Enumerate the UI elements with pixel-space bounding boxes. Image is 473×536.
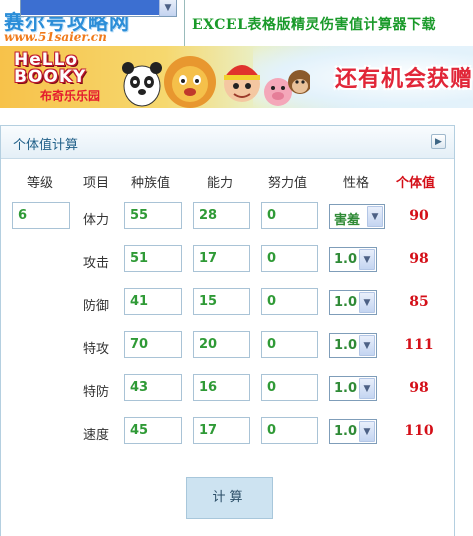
base-stat-input-attack[interactable]: 51: [124, 245, 182, 272]
nature-select-hp[interactable]: 害羞 ▼: [329, 204, 385, 229]
column-header-nature: 性格: [343, 176, 370, 191]
level-input[interactable]: 6: [12, 202, 70, 229]
column-header-iv: 个体值: [396, 176, 436, 191]
ability-input-sp-attack[interactable]: 20: [193, 331, 250, 358]
nature-select-sp-defense[interactable]: 1.0 ▼: [329, 376, 377, 401]
stat-label-sp-defense: 特防: [83, 385, 110, 400]
nature-select-sp-attack[interactable]: 1.0 ▼: [329, 333, 377, 358]
iv-result-sp-attack: 111: [404, 337, 434, 353]
ability-input-attack[interactable]: 17: [193, 245, 250, 272]
hello-booky-logo-cn: 布奇乐乐园: [40, 89, 101, 103]
chevron-right-icon[interactable]: ▶: [431, 134, 446, 149]
calculate-button[interactable]: 计算: [186, 477, 273, 519]
iv-result-attack: 98: [409, 251, 429, 267]
ability-input-hp[interactable]: 28: [193, 202, 250, 229]
panel-title: 个体值计算: [13, 138, 79, 153]
banner-promo-text: 还有机会获赠: [334, 67, 473, 92]
nature-select-speed[interactable]: 1.0 ▼: [329, 419, 377, 444]
nature-select-attack[interactable]: 1.0 ▼: [329, 247, 377, 272]
nature-select-value: 1.0: [334, 424, 358, 439]
chevron-down-icon[interactable]: ▼: [359, 292, 375, 313]
effort-input-defense[interactable]: 0: [261, 288, 318, 315]
iv-result-speed: 110: [404, 423, 434, 439]
effort-input-sp-defense[interactable]: 0: [261, 374, 318, 401]
column-header-base-stat: 种族值: [131, 176, 171, 191]
iv-result-defense: 85: [409, 294, 429, 310]
column-header-effort: 努力值: [268, 176, 308, 191]
stat-label-attack: 攻击: [83, 256, 110, 271]
chevron-down-icon[interactable]: ▼: [159, 0, 176, 16]
nature-select-defense[interactable]: 1.0 ▼: [329, 290, 377, 315]
nature-select-value: 1.0: [334, 338, 358, 353]
ability-input-speed[interactable]: 17: [193, 417, 250, 444]
ability-input-defense[interactable]: 15: [193, 288, 250, 315]
iv-result-sp-defense: 98: [409, 380, 429, 396]
hello-booky-logo-line2: BOOKY: [14, 67, 87, 87]
base-stat-input-defense[interactable]: 41: [124, 288, 182, 315]
ability-input-sp-defense[interactable]: 16: [193, 374, 250, 401]
effort-input-hp[interactable]: 0: [261, 202, 318, 229]
effort-input-speed[interactable]: 0: [261, 417, 318, 444]
nature-select-value: 害羞: [334, 213, 361, 228]
column-header-level: 等级: [27, 176, 54, 191]
nature-select-value: 1.0: [334, 381, 358, 396]
stat-label-hp: 体力: [83, 213, 110, 228]
site-nav-select[interactable]: ▼: [20, 0, 177, 17]
column-header-ability: 能力: [207, 176, 234, 191]
chevron-down-icon[interactable]: ▼: [359, 335, 375, 356]
chevron-down-icon[interactable]: ▼: [367, 206, 383, 227]
ad-banner[interactable]: HeLLo BOOKY 布奇乐乐园 还有机会获赠: [0, 46, 473, 108]
header-divider: [184, 0, 185, 46]
stat-label-sp-attack: 特攻: [83, 342, 110, 357]
stat-label-speed: 速度: [83, 428, 110, 443]
excel-download-link[interactable]: EXCEL表格版精灵伤害值计算器下载: [192, 14, 436, 34]
base-stat-input-sp-attack[interactable]: 70: [124, 331, 182, 358]
iv-result-hp: 90: [409, 208, 429, 224]
stat-label-defense: 防御: [83, 299, 110, 314]
chevron-down-icon[interactable]: ▼: [359, 421, 375, 442]
nature-select-value: 1.0: [334, 252, 358, 267]
column-header-item: 项目: [83, 176, 110, 191]
site-header: 赛尔号攻略网 www.51saier.cn ▼ EXCEL表格版精灵伤害值计算器…: [0, 0, 473, 46]
iv-calculator-panel: 个体值计算 ▶ 等级 项目 种族值 能力 努力值 性格 个体值 6 体力 55 …: [0, 125, 455, 536]
nature-select-value: 1.0: [334, 295, 358, 310]
panel-header: 个体值计算 ▶: [1, 126, 454, 159]
base-stat-input-sp-defense[interactable]: 43: [124, 374, 182, 401]
chevron-down-icon[interactable]: ▼: [359, 249, 375, 270]
hello-booky-logo: HeLLo BOOKY 布奇乐乐园: [10, 50, 104, 104]
effort-input-attack[interactable]: 0: [261, 245, 318, 272]
cartoon-characters-image: [122, 56, 310, 108]
effort-input-sp-attack[interactable]: 0: [261, 331, 318, 358]
site-url: www.51saier.cn: [4, 30, 107, 44]
site-nav-select-value: [21, 0, 159, 15]
base-stat-input-speed[interactable]: 45: [124, 417, 182, 444]
base-stat-input-hp[interactable]: 55: [124, 202, 182, 229]
chevron-down-icon[interactable]: ▼: [359, 378, 375, 399]
